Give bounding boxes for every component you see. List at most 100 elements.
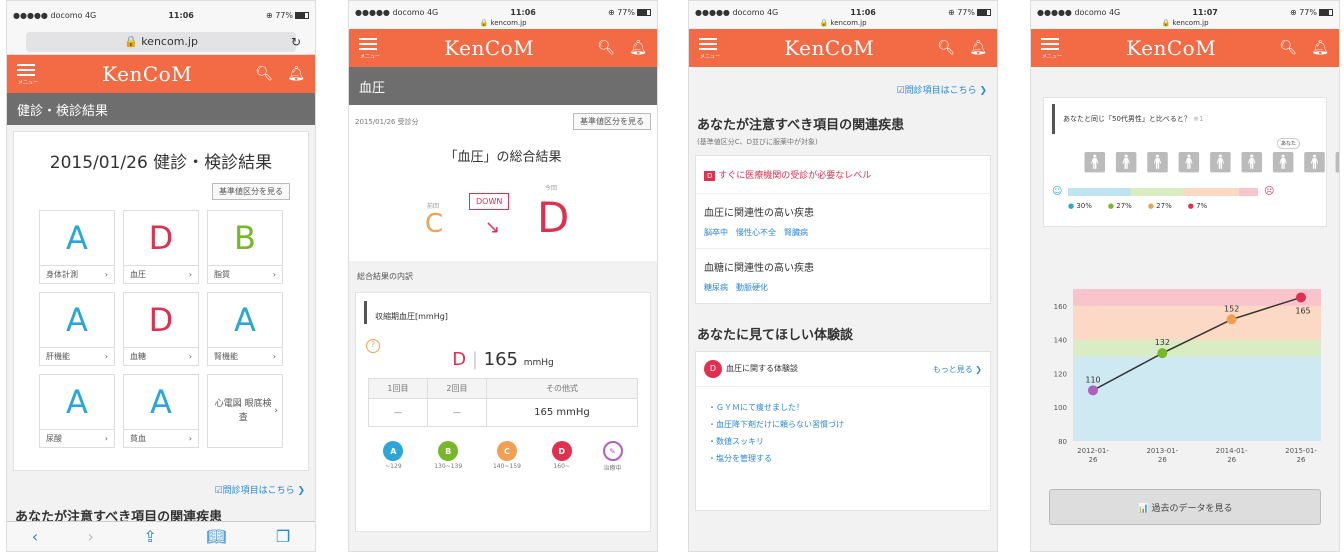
bp-history-chart: 801001201401602012-01-262013-01-262014-0… xyxy=(1054,289,1321,464)
legend-item: C 140~159 xyxy=(493,441,521,472)
reload-icon[interactable]: ↻ xyxy=(291,35,301,49)
data-label: 110 xyxy=(1085,375,1100,384)
menu-button[interactable]: メニュー xyxy=(699,35,721,61)
grade-card[interactable]: A 腎機能 › xyxy=(207,292,283,366)
chevron-right-icon: › xyxy=(272,352,276,361)
url-text[interactable]: 🔒 kencom.jp xyxy=(349,19,657,29)
menu-button[interactable]: メニュー xyxy=(359,35,381,61)
menu-button[interactable]: メニュー xyxy=(1041,35,1063,61)
search-icon[interactable]: 🔍︎ xyxy=(597,40,615,56)
bp-unit: mmHg xyxy=(523,358,554,368)
person-icon: 🚹︎ xyxy=(1176,150,1202,174)
person-icon: 🚹︎ xyxy=(1144,150,1171,174)
category-label: 腎機能 xyxy=(214,352,238,361)
breakdown-heading: 総合結果の内訳 xyxy=(357,272,413,281)
grade-card[interactable]: A 尿酸 › xyxy=(39,374,115,448)
bookmarks-icon[interactable]: 📖︎ xyxy=(206,527,226,546)
legend-item: A ~129 xyxy=(383,441,404,472)
legend-item: D 160~ xyxy=(551,441,572,472)
interview-link[interactable]: ☑問診項目はこちら ❯ xyxy=(689,67,997,102)
chevron-right-icon: › xyxy=(272,270,276,279)
y-tick-label: 120 xyxy=(1054,370,1067,378)
person-icon: 🚹︎ xyxy=(1301,150,1328,174)
range-band xyxy=(1073,339,1321,357)
bell-icon[interactable]: 🔔︎ xyxy=(629,40,647,56)
battery: ⊕ 77% xyxy=(266,11,309,20)
data-point xyxy=(1296,292,1306,303)
back-icon[interactable]: ‹ xyxy=(32,527,38,546)
bp-diseases-links[interactable]: 脳卒中 慢性心不全 腎臓病 xyxy=(696,223,990,249)
safari-toolbar: ‹ › ⇪ 📖︎ ❐ xyxy=(7,521,315,551)
distribution-bar xyxy=(1068,188,1258,196)
standard-button[interactable]: 基準値区分を見る xyxy=(212,183,290,200)
url-text[interactable]: 🔒 kencom.jp xyxy=(1031,19,1339,29)
grade-card[interactable]: A 身体計測 › xyxy=(39,210,115,284)
menu-button[interactable]: メニュー xyxy=(17,61,39,87)
search-icon[interactable]: 🔍︎ xyxy=(937,40,955,56)
percent-item: ● 30% xyxy=(1068,202,1092,210)
more-link[interactable]: もっと見る ❯ xyxy=(933,364,982,375)
app-header: メニュー KenCoM 🔍︎ 🔔︎ xyxy=(689,29,997,67)
happy-face-icon: ☺ xyxy=(1052,186,1063,197)
grade-card[interactable]: A 肝機能 › xyxy=(39,292,115,366)
x-tick-label: 26 xyxy=(1158,456,1167,464)
tabs-icon[interactable]: ❐ xyxy=(276,527,290,546)
screen-blood-pressure: ●●●●● docomo 4G 11:06 ⊕ 77% 🔒 kencom.jp メニ… xyxy=(348,0,658,552)
glucose-diseases-links[interactable]: 糖尿病 動脈硬化 xyxy=(696,278,990,303)
grade-card[interactable]: B 脂質 › xyxy=(207,210,283,284)
interview-link[interactable]: ☑問診項目はこちら ❯ xyxy=(7,477,315,502)
data-label: 132 xyxy=(1155,338,1170,347)
experience-icon: D xyxy=(704,360,722,378)
grade-card[interactable]: D 血糖 › xyxy=(123,292,199,366)
page-title: 健診・検診結果 xyxy=(7,93,315,125)
category-label: 貧血 xyxy=(130,434,146,443)
range-band xyxy=(1073,305,1321,340)
sad-face-icon: ☹ xyxy=(1264,186,1275,197)
address-bar[interactable]: 🔒 kencom.jp ↻ xyxy=(7,29,315,55)
search-icon[interactable]: 🔍︎ xyxy=(255,66,273,82)
search-icon[interactable]: 🔍︎ xyxy=(1279,40,1297,56)
person-icon: 🚹︎ xyxy=(1270,150,1296,174)
grade-letter: D xyxy=(148,301,174,339)
page-title: 血圧 xyxy=(349,67,657,105)
x-tick-label: 2015-01- xyxy=(1285,447,1317,455)
grade-card[interactable]: 心電図 眼底検査 › xyxy=(207,374,283,448)
bell-icon[interactable]: 🔔︎ xyxy=(969,40,987,56)
range-band xyxy=(1073,356,1321,441)
diseases-note: (基準値区分C、D並びに服薬中が対象) xyxy=(697,138,818,146)
help-icon[interactable]: ? xyxy=(366,339,380,353)
bell-icon[interactable]: 🔔︎ xyxy=(1311,40,1329,56)
chevron-right-icon: › xyxy=(104,270,108,279)
grade-letter: A xyxy=(66,219,88,257)
y-tick-label: 80 xyxy=(1058,438,1067,446)
tip-item[interactable]: ・ＧＹＭにて痩せました！ xyxy=(708,399,978,416)
grade-letter: B xyxy=(234,219,256,257)
past-data-button[interactable]: 📊 過去のデータを見る xyxy=(1049,489,1321,525)
app-header: メニュー KenCoM 🔍︎ 🔔︎ xyxy=(349,29,657,67)
grade-card[interactable]: D 血圧 › xyxy=(123,210,199,284)
down-arrow-icon: ↘ xyxy=(485,217,501,238)
url-text: 🔒 kencom.jp xyxy=(124,35,198,48)
standard-button[interactable]: 基準値区分を見る xyxy=(573,113,651,130)
chevron-right-icon: › xyxy=(104,434,108,443)
diseases-panel: D すぐに医療機関の受診が必要なレベル 血圧に関連性の高い疾患 脳卒中 慢性心不… xyxy=(695,155,991,304)
x-tick-label: 2014-01- xyxy=(1216,447,1248,455)
now-grade: D xyxy=(537,193,570,242)
chevron-right-icon: › xyxy=(188,352,192,361)
bell-icon[interactable]: 🔔︎ xyxy=(287,66,305,82)
forward-icon[interactable]: › xyxy=(88,527,94,546)
comparison-panel: あなたと同じ「50代男性」と比べると？ ※1 あなた 🚹︎ 🚹︎ 🚹︎ 🚹︎ 🚹︎ 🚹︎ 🚹… xyxy=(1043,97,1339,227)
alert-icon: D xyxy=(704,171,716,181)
grade-letter: A xyxy=(234,301,256,339)
category-label: 心電図 眼底検査 xyxy=(214,399,272,423)
people-row: 🚹︎🚹︎🚹︎🚹︎🚹︎🚹︎🚹︎🚹︎🚹︎🚹︎ xyxy=(1082,150,1339,174)
tip-item[interactable]: ・塩分を管理する xyxy=(708,450,978,467)
tip-item[interactable]: ・血圧降下剤だけに頼らない習慣づけ xyxy=(708,416,978,433)
category-label: 肝機能 xyxy=(46,352,70,361)
tip-item[interactable]: ・数値スッキリ xyxy=(708,433,978,450)
share-icon[interactable]: ⇪ xyxy=(143,527,156,546)
x-tick-label: 2013-01- xyxy=(1146,447,1178,455)
screen-comparison: ●●●●● docomo 4G 11:07 ⊕ 77% 🔒 kencom.jp メニ… xyxy=(1030,0,1340,552)
grade-card[interactable]: A 貧血 › xyxy=(123,374,199,448)
url-text[interactable]: 🔒 kencom.jp xyxy=(689,19,997,29)
